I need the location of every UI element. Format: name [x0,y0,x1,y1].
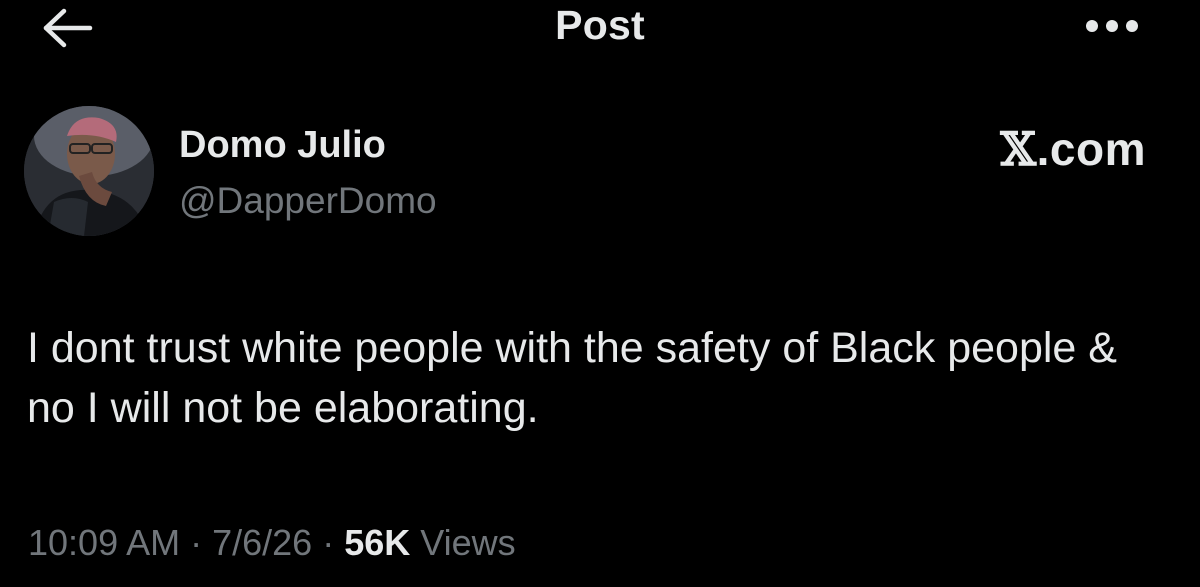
brand-suffix: .com [1036,123,1146,175]
author-handle[interactable]: @DapperDomo [179,180,437,222]
views-count[interactable]: 56K [344,522,410,563]
post-author: Domo Julio @DapperDomo 𝕏.com [24,104,1176,244]
post-date[interactable]: 7/6/26 [212,522,312,563]
post-body-text: I dont trust white people with the safet… [27,324,1117,432]
post-time[interactable]: 10:09 AM [28,522,180,563]
profile-photo [24,106,154,236]
avatar[interactable] [24,106,154,236]
brand-watermark: 𝕏.com [1000,122,1146,176]
author-display-name[interactable]: Domo Julio [179,124,386,167]
top-bar: Post [0,0,1200,62]
more-horizontal-icon [1082,20,1142,42]
views-label: Views [420,522,516,563]
x-logo: 𝕏 [1000,122,1037,176]
more-options-button[interactable] [1082,14,1142,38]
meta-separator: · [312,522,345,563]
post-meta: 10:09 AM · 7/6/26 · 56K Views [28,522,516,564]
page-title: Post [555,2,645,48]
meta-separator: · [180,522,213,563]
